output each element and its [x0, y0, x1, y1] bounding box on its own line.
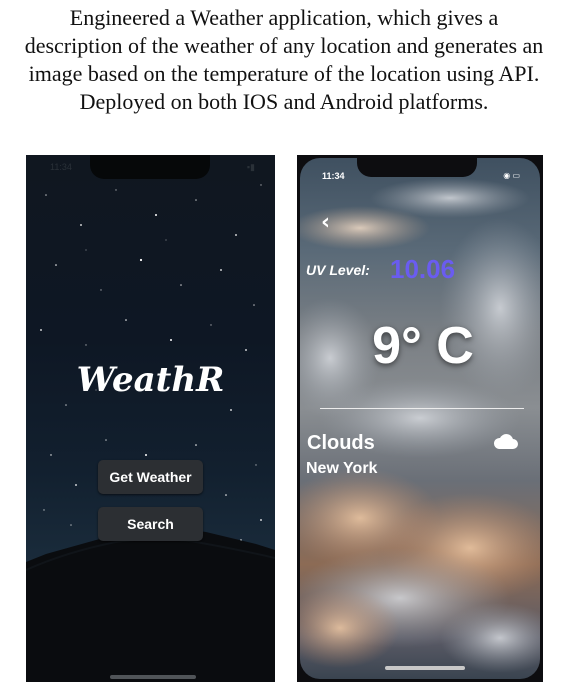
home-indicator [110, 675, 196, 679]
uv-level-value: 10.06 [390, 254, 456, 284]
cloud-icon [493, 434, 518, 449]
get-weather-button[interactable]: Get Weather [98, 460, 203, 494]
battery-icon: ▪▮ [246, 162, 255, 172]
status-time: 11:34 [322, 171, 345, 181]
phone-weather-screen: 11:34 ◉ ▭ ‹ UV Level: 10.06 9° C Clouds … [297, 155, 543, 682]
weather-condition: Clouds [307, 432, 375, 454]
chevron-left-icon[interactable]: ‹ [321, 210, 330, 235]
app-logo: WeathR [76, 360, 225, 400]
divider [320, 408, 524, 409]
temperature-value: 9° C [372, 317, 474, 375]
cloudy-sky-background: 11:34 ◉ ▭ ‹ UV Level: 10.06 9° C Clouds … [300, 158, 540, 679]
phone-notch [357, 155, 477, 177]
city-name: New York [306, 460, 378, 477]
wifi-battery-icon: ◉ ▭ [503, 171, 520, 180]
uv-level-label: UV Level: [306, 262, 370, 278]
home-indicator [385, 666, 465, 670]
phone-notch [90, 155, 210, 179]
search-button[interactable]: Search [98, 507, 203, 541]
status-time: 11:34 [50, 162, 72, 172]
phone-home-screen: 11:34 ▪▮ WeathR Get Weather Search [26, 155, 275, 682]
clouds-image [300, 178, 540, 673]
project-caption: Engineered a Weather application, which … [24, 5, 544, 114]
